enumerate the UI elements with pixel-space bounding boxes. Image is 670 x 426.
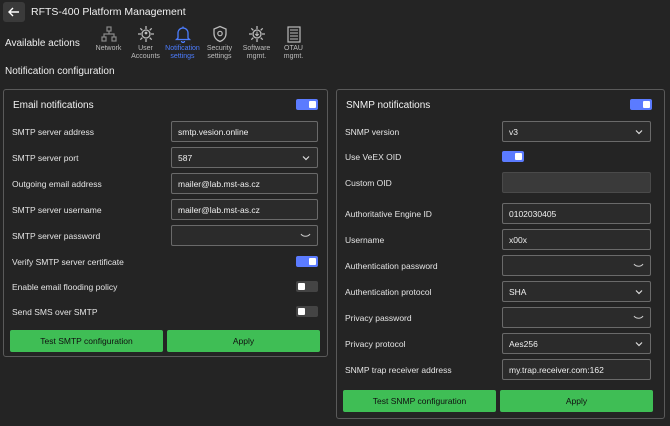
trap-address-value: my.trap.receiver.com:162: [509, 364, 604, 375]
section-title: Notification configuration: [5, 66, 115, 77]
engine-id-label: Authoritative Engine ID: [345, 209, 432, 219]
nav-label-security-settings: Security settings: [206, 45, 233, 60]
smtp-server-port-value: 587: [178, 152, 193, 163]
smtp-username-input[interactable]: mailer@lab.mst-as.cz: [171, 199, 318, 220]
verify-cert-toggle[interactable]: [296, 256, 318, 267]
snmp-version-value: v3: [509, 126, 518, 137]
auth-protocol-value: SHA: [509, 286, 527, 297]
email-panel-title: Email notifications: [13, 100, 94, 111]
shield-gear-icon: [212, 25, 227, 43]
smtp-server-address-label: SMTP server address: [12, 127, 95, 137]
smtp-username-label: SMTP server username: [12, 205, 102, 215]
nav-item-network[interactable]: Network: [90, 25, 127, 61]
snmp-panel-title: SNMP notifications: [346, 100, 431, 111]
sms-over-smtp-label: Send SMS over SMTP: [12, 307, 98, 317]
snmp-enable-toggle[interactable]: [630, 99, 652, 110]
chevron-down-icon: [635, 342, 643, 347]
app-title: RFTS-400 Platform Management: [31, 6, 186, 18]
test-snmp-button[interactable]: Test SNMP configuration: [343, 390, 496, 412]
email-notifications-panel: Email notifications SMTP server address …: [3, 89, 328, 357]
snmp-notifications-panel: SNMP notifications SNMP version v3 Use V…: [336, 89, 665, 419]
snmp-apply-button[interactable]: Apply: [500, 390, 653, 412]
use-veex-oid-label: Use VeEX OID: [345, 152, 402, 162]
engine-id-input[interactable]: 0102030405: [502, 203, 651, 224]
arrow-left-icon: [8, 7, 19, 17]
chevron-down-icon: [635, 290, 643, 295]
bell-icon: [174, 26, 191, 43]
title-bar: RFTS-400 Platform Management: [0, 0, 670, 24]
nav-item-security-settings[interactable]: Security settings: [201, 25, 238, 61]
auth-password-label: Authentication password: [345, 261, 438, 271]
custom-oid-input[interactable]: [502, 172, 651, 193]
nav-label-software-mgmt: Software mgmt.: [242, 45, 271, 60]
nav-item-notification-settings[interactable]: Notification settings: [164, 25, 201, 61]
smtp-password-label: SMTP server password: [12, 231, 101, 241]
smtp-server-port-label: SMTP server port: [12, 153, 79, 163]
engine-id-value: 0102030405: [509, 208, 557, 219]
software-download-icon: [248, 26, 265, 42]
privacy-protocol-select[interactable]: Aes256: [502, 333, 651, 354]
test-smtp-button[interactable]: Test SMTP configuration: [10, 330, 163, 352]
eye-closed-icon[interactable]: [300, 232, 311, 240]
actions-nav: Network User Accounts Notification setti…: [90, 25, 312, 61]
outgoing-email-input[interactable]: mailer@lab.mst-as.cz: [171, 173, 318, 194]
smtp-server-port-select[interactable]: 587: [171, 147, 318, 168]
available-actions-label: Available actions: [5, 38, 80, 49]
nav-label-network: Network: [95, 45, 122, 52]
snmp-username-input[interactable]: x00x: [502, 229, 651, 250]
eye-closed-icon[interactable]: [633, 262, 644, 270]
snmp-version-label: SNMP version: [345, 127, 400, 137]
snmp-username-value: x00x: [509, 234, 527, 245]
snmp-version-select[interactable]: v3: [502, 121, 651, 142]
nav-label-notification-settings: Notification settings: [165, 45, 200, 60]
privacy-password-input[interactable]: [502, 307, 651, 328]
otau-icon: [286, 26, 301, 43]
smtp-username-value: mailer@lab.mst-as.cz: [178, 204, 260, 215]
eye-closed-icon[interactable]: [633, 314, 644, 322]
privacy-protocol-label: Privacy protocol: [345, 339, 406, 349]
snmp-username-label: Username: [345, 235, 385, 245]
verify-cert-label: Verify SMTP server certificate: [12, 257, 124, 267]
email-flooding-label: Enable email flooding policy: [12, 282, 118, 292]
nav-label-user-accounts: User Accounts: [131, 45, 160, 60]
outgoing-email-value: mailer@lab.mst-as.cz: [178, 178, 260, 189]
sms-over-smtp-toggle[interactable]: [296, 306, 318, 317]
user-accounts-icon: [137, 26, 154, 42]
back-button[interactable]: [3, 2, 25, 22]
privacy-password-label: Privacy password: [345, 313, 412, 323]
smtp-server-address-input[interactable]: smtp.vesion.online: [171, 121, 318, 142]
trap-address-label: SNMP trap receiver address: [345, 365, 452, 375]
network-icon: [100, 26, 117, 42]
privacy-protocol-value: Aes256: [509, 338, 538, 349]
nav-item-software-mgmt[interactable]: Software mgmt.: [238, 25, 275, 61]
chevron-down-icon: [635, 130, 643, 135]
email-flooding-toggle[interactable]: [296, 281, 318, 292]
auth-password-input[interactable]: [502, 255, 651, 276]
nav-label-otau-mgmt: OTAU mgmt.: [283, 45, 304, 60]
custom-oid-label: Custom OID: [345, 178, 392, 188]
auth-protocol-select[interactable]: SHA: [502, 281, 651, 302]
use-veex-oid-toggle[interactable]: [502, 151, 524, 162]
chevron-down-icon: [302, 156, 310, 161]
email-panel-header: Email notifications: [4, 90, 327, 118]
email-apply-button[interactable]: Apply: [167, 330, 320, 352]
outgoing-email-label: Outgoing email address: [12, 179, 102, 189]
auth-protocol-label: Authentication protocol: [345, 287, 432, 297]
snmp-panel-header: SNMP notifications: [337, 90, 664, 118]
email-enable-toggle[interactable]: [296, 99, 318, 110]
nav-item-user-accounts[interactable]: User Accounts: [127, 25, 164, 61]
smtp-password-input[interactable]: [171, 225, 318, 246]
smtp-server-address-value: smtp.vesion.online: [178, 126, 249, 137]
trap-address-input[interactable]: my.trap.receiver.com:162: [502, 359, 651, 380]
nav-item-otau-mgmt[interactable]: OTAU mgmt.: [275, 25, 312, 61]
